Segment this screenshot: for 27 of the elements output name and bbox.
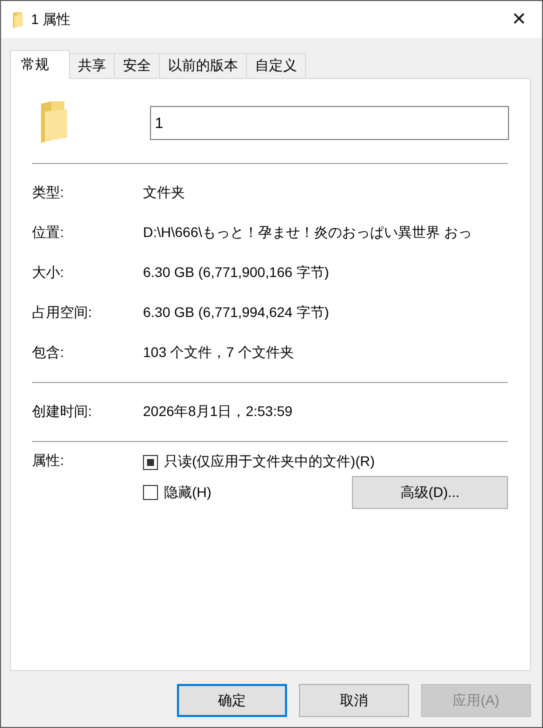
property-value: 6.30 GB (6,771,900,166 字节): [143, 264, 329, 282]
checkbox[interactable]: [143, 485, 158, 500]
name-field[interactable]: 1: [150, 106, 509, 140]
close-button[interactable]: ✕: [496, 1, 542, 38]
property-label: 包含:: [32, 344, 65, 362]
property-label: 创建时间:: [32, 403, 93, 421]
property-value: D:\H\666\もっと！孕ませ！炎のおっぱい異世界 おっ: [143, 224, 472, 242]
property-value: 2026年8月1日，2:53:59: [143, 403, 292, 421]
property-value: 103 个文件，7 个文件夹: [143, 344, 294, 362]
property-value: 文件夹: [143, 184, 185, 202]
property-label: 属性:: [32, 452, 65, 470]
property-label: 占用空间:: [32, 304, 93, 322]
property-value: 6.30 GB (6,771,994,624 字节): [143, 304, 329, 322]
property-label: 类型:: [32, 184, 65, 202]
checkbox-label[interactable]: 只读(仅应用于文件夹中的文件)(R): [164, 453, 375, 471]
tab[interactable]: 常规: [10, 50, 70, 79]
dialog-button[interactable]: 取消: [299, 684, 409, 717]
ok-button[interactable]: 确定: [177, 684, 287, 717]
window-title: 1 属性: [31, 10, 72, 28]
tab[interactable]: 自定义: [246, 53, 306, 78]
folder-icon: [13, 12, 23, 28]
checkbox[interactable]: [143, 454, 158, 470]
checkbox-label[interactable]: 隐藏(H): [164, 484, 212, 502]
property-label: 位置:: [32, 224, 65, 242]
folder-icon: [41, 98, 67, 144]
advanced-button[interactable]: 高级(D)...: [352, 476, 508, 509]
property-label: 大小:: [32, 264, 65, 282]
